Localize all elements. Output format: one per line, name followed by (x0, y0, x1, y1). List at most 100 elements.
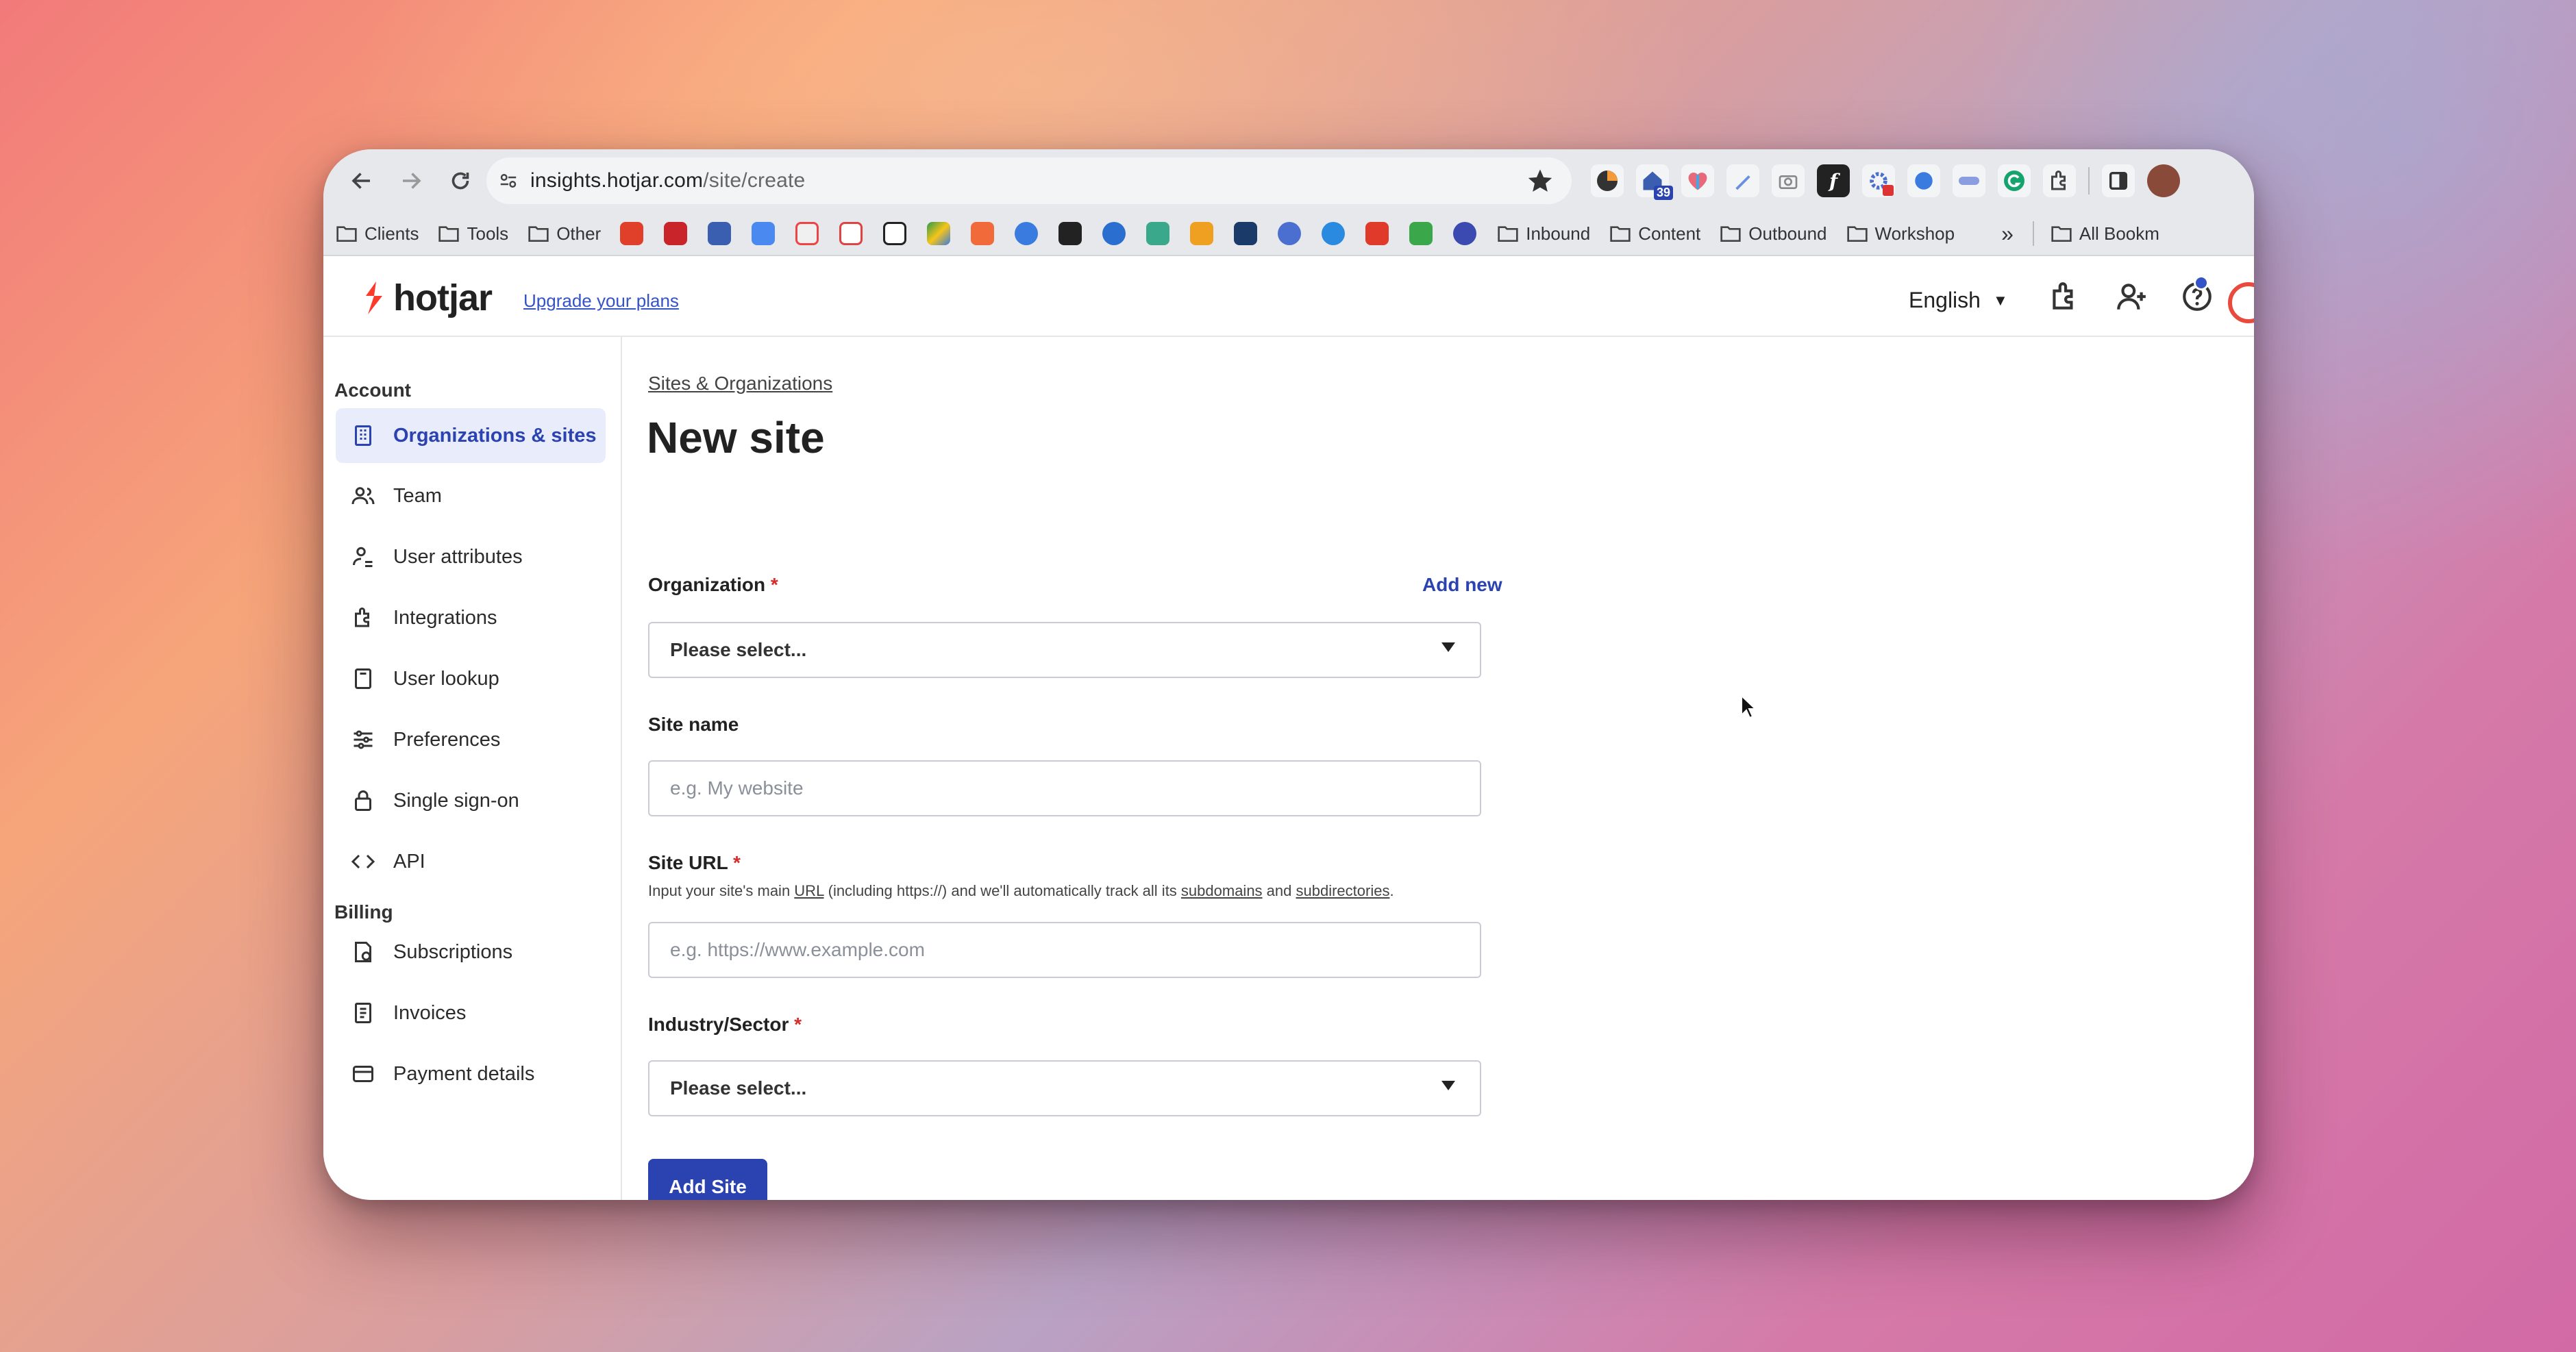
bookmarks-divider (2032, 221, 2034, 246)
site-url-label: Site URL * (648, 852, 741, 874)
bookmark-folder-outbound[interactable]: Outbound (1720, 223, 1827, 245)
bookmark-folder-inbound[interactable]: Inbound (1497, 223, 1590, 245)
folder-icon (336, 226, 357, 242)
drive-favicon-icon[interactable] (927, 222, 951, 245)
settings-sidebar: Account Organizations & sites Team User … (323, 337, 622, 1200)
bookmark-favicon-14[interactable] (1190, 222, 1214, 245)
bookmark-favicon-4[interactable] (752, 222, 776, 245)
bookmark-favicon-12[interactable] (1102, 222, 1126, 245)
back-button[interactable] (337, 156, 386, 205)
bookmark-favicon-16[interactable] (1278, 222, 1302, 245)
site-name-field[interactable] (648, 760, 1481, 816)
bookmark-favicon-20[interactable] (1453, 222, 1477, 245)
font-extension-icon[interactable]: f (1817, 164, 1850, 197)
required-mark: * (732, 852, 741, 873)
bookmark-favicon-19[interactable] (1409, 222, 1433, 245)
site-name-input[interactable] (670, 777, 1451, 799)
bookmark-favicon-3[interactable] (708, 222, 732, 245)
bookmark-folder-tools[interactable]: Tools (438, 223, 508, 245)
site-settings-icon[interactable] (486, 171, 530, 191)
bookmark-label: Inbound (1526, 223, 1591, 244)
pen-extension-icon[interactable] (1726, 164, 1759, 197)
arrow-right-icon (403, 173, 421, 189)
folder-icon (528, 226, 549, 242)
address-bar[interactable]: insights.hotjar.com/site/create (486, 158, 1572, 204)
hotjar-logo[interactable]: hotjar (362, 277, 493, 319)
extension-badge: 39 (1653, 186, 1673, 200)
sidebar-item-team[interactable]: Team (336, 468, 606, 523)
organization-select[interactable]: Please select... (648, 622, 1481, 678)
sidebar-item-api[interactable]: API (336, 834, 606, 889)
bookmark-favicon-10[interactable] (1015, 222, 1039, 245)
sidebar-item-label: API (393, 850, 425, 873)
forward-button[interactable] (386, 156, 436, 205)
url-text: insights.hotjar.com/site/create (530, 169, 805, 192)
circle-extension-icon[interactable] (1907, 164, 1940, 197)
bookmark-favicon-18[interactable] (1365, 222, 1389, 245)
subdomains-help-link[interactable]: subdomains (1181, 882, 1263, 899)
sidebar-item-integrations[interactable]: Integrations (336, 590, 606, 645)
integrations-header-button[interactable] (2047, 279, 2081, 314)
notion-favicon-icon[interactable] (883, 222, 907, 245)
gear-extension-icon[interactable] (1862, 164, 1895, 197)
invite-user-button[interactable] (2114, 279, 2148, 314)
sidebar-item-payment-details[interactable]: Payment details (336, 1047, 606, 1101)
upgrade-plans-link[interactable]: Upgrade your plans (523, 290, 679, 312)
bookmark-favicon-2[interactable] (664, 222, 688, 245)
bookmarks-overflow-button[interactable]: » (2001, 221, 2014, 247)
bookmark-folder-all[interactable]: All Bookm (2051, 223, 2159, 245)
add-site-button[interactable]: Add Site (648, 1159, 767, 1200)
bookmark-favicon-15[interactable] (1234, 222, 1258, 245)
language-label: English (1909, 288, 1981, 312)
bookmark-label: Clients (364, 223, 419, 244)
language-selector[interactable]: English ▼ (1909, 288, 2008, 313)
bookmark-favicon-17[interactable] (1322, 222, 1346, 245)
heart-extension-icon[interactable] (1681, 164, 1714, 197)
browser-window: insights.hotjar.com/site/create 39 f Cli… (323, 149, 2254, 1200)
sidebar-item-organizations-sites[interactable]: Organizations & sites (336, 408, 606, 463)
user-avatar[interactable] (2228, 282, 2254, 323)
sidebar-item-label: User attributes (393, 545, 523, 568)
url-host: insights.hotjar.com (530, 169, 704, 192)
puzzle-icon (349, 604, 377, 631)
house-extension-icon[interactable]: 39 (1636, 164, 1673, 200)
site-url-field[interactable] (648, 922, 1481, 978)
subdirectories-help-link[interactable]: subdirectories (1296, 882, 1390, 899)
helper-text-part: . (1389, 882, 1394, 899)
industry-select[interactable]: Please select... (648, 1060, 1481, 1116)
sidebar-item-single-sign-on[interactable]: Single sign-on (336, 773, 606, 828)
reload-button[interactable] (436, 156, 485, 205)
bookmark-label: Content (1638, 223, 1701, 244)
organization-label: Organization * (648, 574, 778, 596)
bookmark-favicon-9[interactable] (971, 222, 995, 245)
required-mark: * (770, 574, 778, 595)
bookmark-favicon-5[interactable] (795, 222, 819, 245)
pie-extension-icon[interactable] (1591, 164, 1624, 197)
camera-extension-icon[interactable] (1772, 164, 1805, 197)
sidebar-item-invoices[interactable]: Invoices (336, 986, 606, 1040)
url-help-link[interactable]: URL (794, 882, 823, 899)
sidebar-item-user-lookup[interactable]: User lookup (336, 651, 606, 706)
sidebar-item-preferences[interactable]: Preferences (336, 712, 606, 767)
profile-avatar-icon[interactable] (2147, 164, 2180, 197)
grammarly-extension-icon[interactable] (1998, 164, 2031, 197)
add-new-organization-link[interactable]: Add new (1422, 574, 1502, 596)
breadcrumb-sites-organizations[interactable]: Sites & Organizations (648, 373, 832, 395)
bookmark-folder-other[interactable]: Other (528, 223, 601, 245)
side-panel-icon[interactable] (2102, 164, 2135, 197)
sidebar-item-subscriptions[interactable]: Subscriptions (336, 925, 606, 979)
sidebar-item-user-attributes[interactable]: User attributes (336, 529, 606, 584)
helper-text-part: and (1262, 882, 1296, 899)
gmail-favicon-icon[interactable] (839, 222, 863, 245)
toggle-extension-icon[interactable] (1953, 164, 1985, 197)
site-url-input[interactable] (670, 939, 1451, 961)
bookmark-favicon-11[interactable] (1058, 222, 1082, 245)
bookmark-favicon-13[interactable] (1146, 222, 1170, 245)
bookmark-favicon-1[interactable] (620, 222, 644, 245)
bookmark-star-icon[interactable] (1526, 167, 1554, 195)
bookmark-folder-content[interactable]: Content (1609, 223, 1700, 245)
puzzle-extensions-icon[interactable] (2043, 164, 2076, 197)
bookmark-folder-workshop[interactable]: Workshop (1846, 223, 1955, 245)
bookmark-folder-clients[interactable]: Clients (336, 223, 419, 245)
industry-label: Industry/Sector * (648, 1014, 802, 1036)
